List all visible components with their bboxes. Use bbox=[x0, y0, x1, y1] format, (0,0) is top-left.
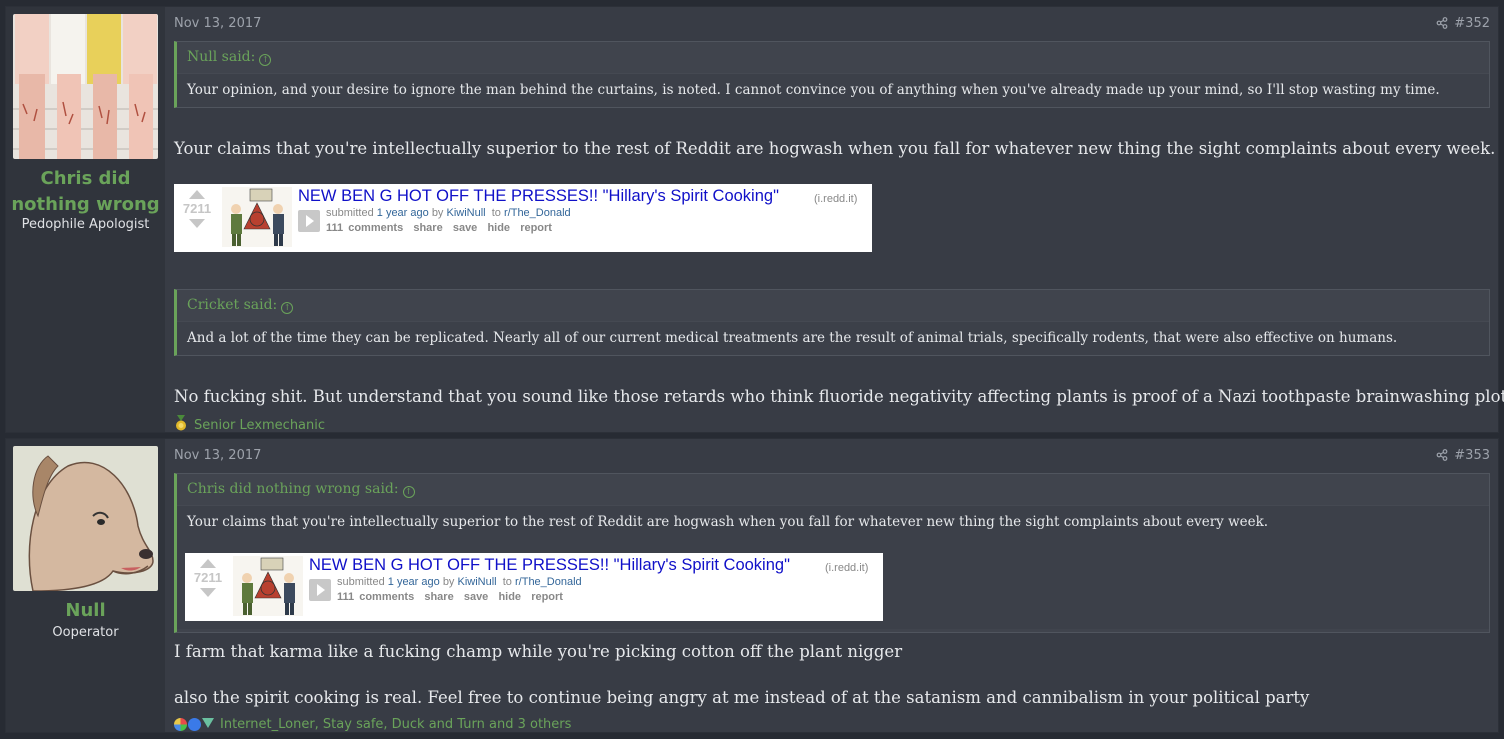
puzzle-reaction-icon bbox=[174, 718, 187, 731]
user-panel: Chris did nothing wrong Pedophile Apolog… bbox=[6, 7, 165, 432]
quote-block: Cricket said: ↑ And a lot of the time the… bbox=[174, 289, 1490, 356]
upvote-arrow-icon[interactable] bbox=[189, 190, 205, 199]
post-number[interactable]: #353 bbox=[1454, 448, 1490, 463]
post-date[interactable]: Nov 13, 2017 bbox=[174, 16, 261, 31]
embed-thumbnail[interactable] bbox=[222, 187, 292, 247]
avatar[interactable] bbox=[13, 14, 158, 159]
quote-header[interactable]: Chris did nothing wrong said: ↑ bbox=[177, 474, 1489, 505]
embed-actions: 111 comments share save hide report bbox=[337, 591, 563, 603]
downvote-arrow-icon[interactable] bbox=[200, 588, 216, 597]
submitted-age: 1 year ago bbox=[387, 576, 440, 588]
comments-link[interactable]: 111 comments bbox=[326, 222, 403, 234]
embed-domain[interactable]: (i.redd.it) bbox=[814, 193, 857, 205]
vote-box: 7211 bbox=[187, 557, 229, 597]
quote-author[interactable]: Cricket said: bbox=[187, 297, 277, 313]
quote-block: Null said: ↑ Your opinion, and your desir… bbox=[174, 41, 1490, 108]
vote-box: 7211 bbox=[176, 188, 218, 228]
cocktail-reaction-icon bbox=[202, 718, 214, 728]
user-trophy-title[interactable]: Senior Lexmechanic bbox=[194, 418, 325, 433]
post-body-text: I farm that karma like a fucking champ w… bbox=[174, 642, 903, 661]
user-panel: Null Ooperator bbox=[6, 439, 165, 732]
reddit-embed[interactable]: 7211 NEW BEN G HOT OFF THE PRESSES!! "Hi… bbox=[185, 553, 883, 621]
reaction-users[interactable]: Internet_Loner, Stay safe, Duck and Turn… bbox=[220, 717, 571, 732]
submitted-label: submitted bbox=[337, 576, 385, 588]
embed-domain[interactable]: (i.redd.it) bbox=[825, 562, 868, 574]
submitted-label: submitted bbox=[326, 207, 374, 219]
hide-link[interactable]: hide bbox=[498, 591, 521, 603]
by-label: by bbox=[431, 207, 444, 219]
post-body-text: Your claims that you're intellectually s… bbox=[174, 139, 1496, 158]
reactions-bar[interactable]: Internet_Loner, Stay safe, Duck and Turn… bbox=[174, 717, 571, 732]
quote-block: Chris did nothing wrong said: ↑ Your clai… bbox=[174, 473, 1490, 633]
arrow-up-circle-icon[interactable]: ↑ bbox=[281, 302, 294, 314]
post-content: Nov 13, 2017 #352 Null said: ↑ Your opini… bbox=[174, 7, 1504, 435]
quote-header[interactable]: Null said: ↑ bbox=[177, 42, 1489, 73]
to-label: to bbox=[491, 207, 501, 219]
to-label: to bbox=[502, 576, 512, 588]
save-link[interactable]: save bbox=[464, 591, 488, 603]
embed-submitted-line: submitted 1 year ago by KiwiNull to r/Th… bbox=[326, 207, 571, 219]
report-link[interactable]: report bbox=[531, 591, 563, 603]
author-link[interactable]: KiwiNull bbox=[458, 576, 497, 588]
downvote-arrow-icon[interactable] bbox=[189, 219, 205, 228]
embed-thumbnail[interactable] bbox=[233, 556, 303, 616]
share-link[interactable]: share bbox=[424, 591, 453, 603]
quote-author[interactable]: Null said: bbox=[187, 49, 255, 65]
post-body-text: No fucking shit. But understand that you… bbox=[174, 387, 1504, 406]
post-352: Chris did nothing wrong Pedophile Apolog… bbox=[5, 6, 1504, 435]
author-link[interactable]: KiwiNull bbox=[447, 207, 486, 219]
embed-submitted-line: submitted 1 year ago by KiwiNull to r/Th… bbox=[337, 576, 582, 588]
user-title: Pedophile Apologist bbox=[21, 217, 150, 232]
post-body-text: also the spirit cooking is real. Feel fr… bbox=[174, 688, 1310, 707]
play-icon[interactable] bbox=[298, 210, 320, 232]
post-353: Null Ooperator Nov 13, 2017 #353 Chris d… bbox=[5, 438, 1499, 733]
embed-actions: 111 comments share save hide report bbox=[326, 222, 552, 234]
submitted-age: 1 year ago bbox=[376, 207, 429, 219]
embed-title[interactable]: NEW BEN G HOT OFF THE PRESSES!! "Hillary… bbox=[309, 556, 790, 575]
post-date[interactable]: Nov 13, 2017 bbox=[174, 448, 261, 463]
arrow-up-circle-icon[interactable]: ↑ bbox=[259, 54, 272, 66]
post-content: Nov 13, 2017 #353 Chris did nothing wron… bbox=[174, 439, 1498, 732]
post-number[interactable]: #352 bbox=[1454, 16, 1490, 31]
username[interactable]: Null bbox=[6, 598, 165, 624]
play-icon[interactable] bbox=[309, 579, 331, 601]
username[interactable]: Chris did nothing wrong bbox=[6, 166, 165, 218]
embed-title[interactable]: NEW BEN G HOT OFF THE PRESSES!! "Hillary… bbox=[298, 187, 779, 206]
upvote-arrow-icon[interactable] bbox=[200, 559, 216, 568]
by-label: by bbox=[442, 576, 455, 588]
hide-link[interactable]: hide bbox=[487, 222, 510, 234]
vote-score: 7211 bbox=[182, 201, 212, 216]
report-link[interactable]: report bbox=[520, 222, 552, 234]
reaction-icons bbox=[174, 718, 214, 731]
avatar[interactable] bbox=[13, 446, 158, 591]
quote-text-content: Your claims that you're intellectually s… bbox=[187, 514, 1269, 530]
user-title: Ooperator bbox=[52, 625, 119, 640]
quote-text: And a lot of the time they can be replic… bbox=[177, 321, 1489, 355]
save-link[interactable]: save bbox=[453, 222, 477, 234]
share-link[interactable]: share bbox=[413, 222, 442, 234]
quote-text: Your opinion, and your desire to ignore … bbox=[177, 73, 1489, 107]
thumbs-up-reaction-icon bbox=[188, 718, 201, 731]
subreddit-link[interactable]: r/The_Donald bbox=[515, 576, 582, 588]
trophy-line[interactable]: Senior Lexmechanic bbox=[174, 415, 325, 435]
quote-header[interactable]: Cricket said: ↑ bbox=[177, 290, 1489, 321]
reddit-embed[interactable]: 7211 NEW BEN G HOT OFF THE PRESSES!! "Hi… bbox=[174, 184, 872, 252]
vote-score: 7211 bbox=[193, 570, 223, 585]
subreddit-link[interactable]: r/The_Donald bbox=[504, 207, 571, 219]
comments-link[interactable]: 111 comments bbox=[337, 591, 414, 603]
share-icon[interactable] bbox=[1436, 449, 1448, 465]
arrow-up-circle-icon[interactable]: ↑ bbox=[402, 486, 415, 498]
quote-author[interactable]: Chris did nothing wrong said: bbox=[187, 481, 399, 497]
medal-icon bbox=[174, 415, 188, 435]
share-icon[interactable] bbox=[1436, 17, 1448, 33]
